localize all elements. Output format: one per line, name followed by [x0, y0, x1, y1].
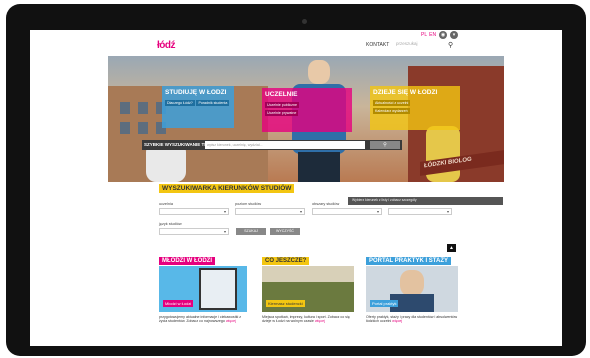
chip-public-universities[interactable]: Uczelnie publiczne	[265, 102, 299, 108]
card-internship-caption: Portal praktyk	[370, 300, 399, 307]
search-icon[interactable]: ⚲	[448, 41, 453, 49]
contact-link[interactable]: KONTAKT	[366, 42, 389, 48]
panel-study-title[interactable]: STUDIUJĘ W ŁODZI	[165, 89, 231, 96]
finder-title: WYSZUKIWARKA KIERUNKÓW STUDIÓW	[159, 184, 295, 193]
scroll-top-icon[interactable]: ▲	[447, 244, 456, 252]
card-youth-image[interactable]: Młodzi w Łodzi	[159, 266, 247, 312]
card-more-image[interactable]: Kiermasz studencki	[262, 266, 354, 312]
card-internship-text: Oferty praktyk, staży i pracy dla studen…	[366, 315, 460, 323]
card-internship-link[interactable]: więcej	[392, 319, 402, 323]
accessibility-icon[interactable]: ◉	[439, 31, 447, 39]
search-button[interactable]: SZUKAJ	[236, 228, 266, 235]
select-area[interactable]: ▾	[312, 208, 382, 215]
window	[120, 122, 130, 134]
site-logo[interactable]: łódź	[157, 40, 189, 52]
select-university[interactable]: ▾	[159, 208, 229, 215]
language-switcher: PL EN	[421, 32, 438, 38]
chip-why-lodz[interactable]: Dlaczego Łódź?	[165, 100, 195, 106]
quick-search-button[interactable]: ⚲	[370, 141, 400, 149]
card-more-title[interactable]: CO JESZCZE?	[262, 257, 310, 265]
card-youth-link[interactable]: więcej	[226, 319, 236, 323]
menu-toggle-icon[interactable]: ▾	[450, 31, 458, 39]
select-extra[interactable]: ▾	[388, 208, 452, 215]
man-image	[400, 270, 424, 296]
card-more-caption: Kiermasz studencki	[266, 300, 305, 307]
student-legs	[298, 152, 340, 182]
hero-banner: ŁÓDZKI BIOLOG STUDIUJĘ W ŁODZI Dlaczego …	[108, 56, 504, 182]
lang-en[interactable]: EN	[429, 32, 436, 38]
field-label-level: poziom studiów	[235, 202, 262, 206]
card-youth-text: przygotowujemy aktualne informacje i cie…	[159, 315, 249, 323]
card-more-text: Miejsca spotkań, imprezy, kultura i spor…	[262, 315, 356, 323]
finder-info-bar: Wybierz kierunek z listy i zobacz szczeg…	[348, 197, 503, 205]
search-icon: ⚲	[383, 142, 387, 148]
card-youth-title[interactable]: MŁODZI W ŁODZI	[159, 257, 215, 265]
panel-events-title[interactable]: DZIEJE SIĘ W ŁODZI	[373, 89, 457, 96]
chip-university-news[interactable]: Aktualności z uczelni	[373, 100, 411, 106]
panel-universities[interactable]: UCZELNIE Uczelnie publiczne Uczelnie pry…	[262, 88, 352, 132]
chip-student-guide[interactable]: Poradnik studenta	[196, 100, 230, 106]
camera-dot	[302, 19, 307, 24]
student-photo-jumping	[308, 60, 330, 84]
window	[138, 102, 148, 114]
card-internship-title[interactable]: PORTAL PRAKTYK I STAŻY	[366, 257, 452, 265]
select-level[interactable]: ▾	[235, 208, 305, 215]
tent-image	[262, 266, 354, 282]
panel-study[interactable]: STUDIUJĘ W ŁODZI Dlaczego Łódź? Poradnik…	[162, 86, 234, 128]
panel-universities-title[interactable]: UCZELNIE	[265, 91, 349, 98]
select-language[interactable]: ▾	[159, 228, 229, 235]
card-more-desc: Miejsca spotkań, imprezy, kultura i spor…	[262, 315, 350, 324]
phone-image	[199, 268, 237, 310]
quick-search-input[interactable]: wpisz kierunek, uczelnię, wydział...	[205, 141, 365, 149]
field-label-area: obszary studiów	[312, 202, 340, 206]
chip-private-universities[interactable]: Uczelnie prywatne	[265, 110, 299, 116]
lang-pl[interactable]: PL	[421, 32, 427, 38]
chip-events-calendar[interactable]: Kalendarz wydarzeń	[373, 108, 410, 114]
card-youth-caption: Młodzi w Łodzi	[163, 300, 194, 307]
field-label-university: uczelnia	[159, 202, 173, 206]
window	[138, 122, 148, 134]
card-more-link[interactable]: więcej	[315, 319, 325, 323]
card-internship-image[interactable]: Portal praktyk	[366, 266, 458, 312]
clear-button[interactable]: WYCZYŚĆ	[270, 228, 300, 235]
panel-events[interactable]: DZIEJE SIĘ W ŁODZI Aktualności z uczelni…	[370, 86, 460, 130]
card-internship-desc: Oferty praktyk, staży i pracy dla studen…	[366, 315, 458, 324]
field-label-language: język studiów	[159, 222, 182, 226]
window	[120, 102, 130, 114]
browser-screen: łódź PL EN ◉ ▾ KONTAKT przeszukaj ⚲ ŁÓDZK…	[30, 30, 562, 346]
